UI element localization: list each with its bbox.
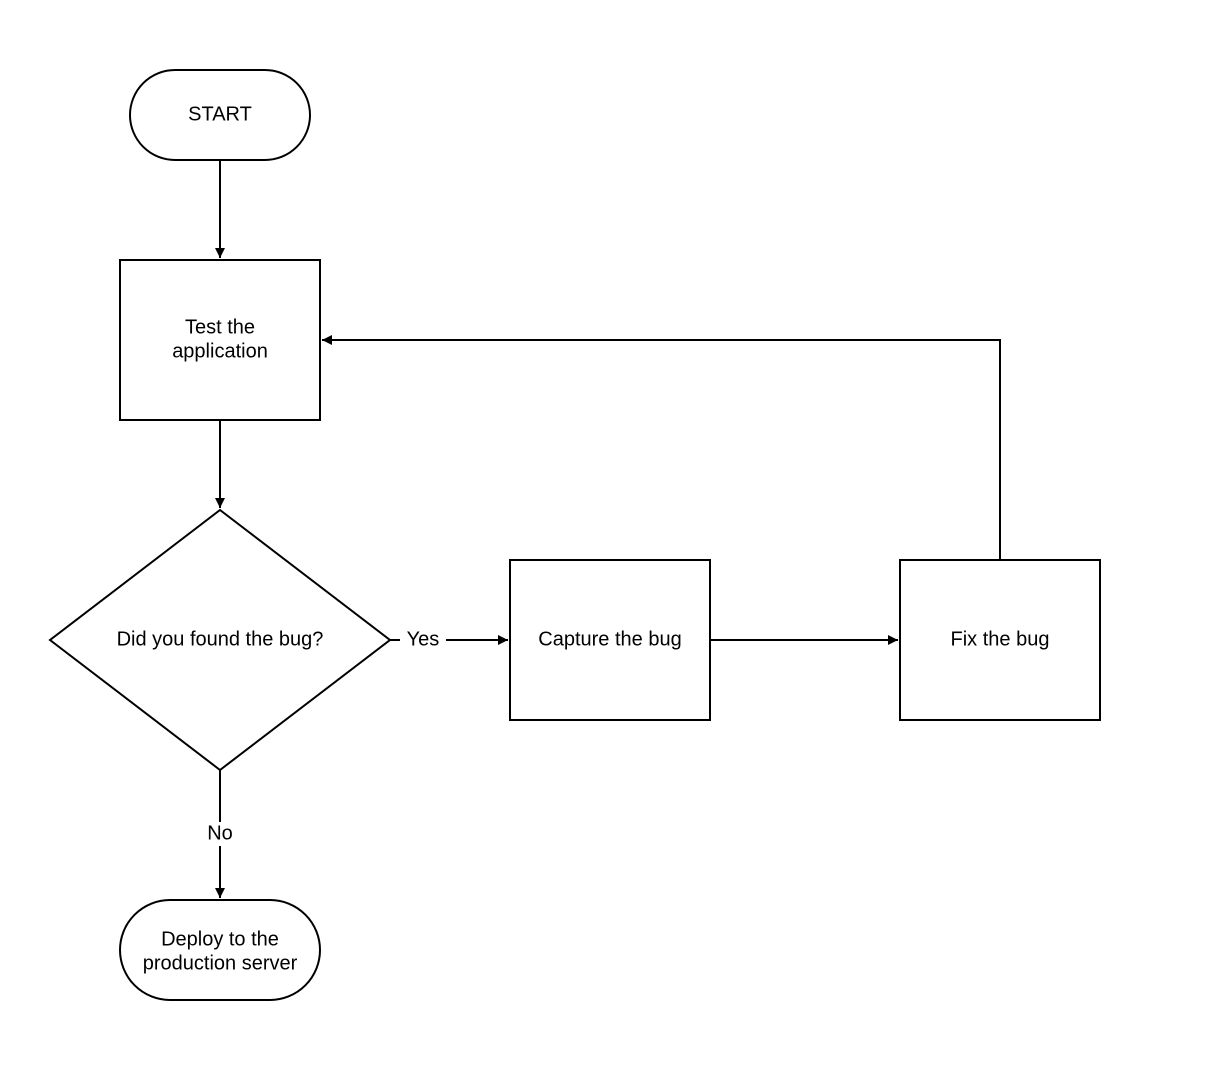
- node-decision: Did you found the bug?: [50, 510, 390, 770]
- node-deploy: Deploy to the production server: [120, 900, 320, 1000]
- node-deploy-label-2: production server: [143, 952, 298, 974]
- edge-label-no: No: [207, 822, 233, 844]
- flowchart-canvas: START Test the application Did you found…: [0, 0, 1224, 1078]
- node-fix: Fix the bug: [900, 560, 1100, 720]
- node-test: Test the application: [120, 260, 320, 420]
- edge-fix-to-test: [322, 340, 1000, 560]
- node-capture: Capture the bug: [510, 560, 710, 720]
- edge-label-yes: Yes: [407, 628, 440, 650]
- node-fix-label: Fix the bug: [951, 628, 1050, 650]
- node-test-label-2: application: [172, 340, 268, 362]
- node-start-label: START: [188, 103, 252, 125]
- node-start: START: [130, 70, 310, 160]
- node-test-label-1: Test the: [185, 316, 255, 338]
- node-capture-label: Capture the bug: [538, 628, 681, 650]
- node-deploy-label-1: Deploy to the: [161, 928, 279, 950]
- node-decision-label: Did you found the bug?: [117, 628, 324, 650]
